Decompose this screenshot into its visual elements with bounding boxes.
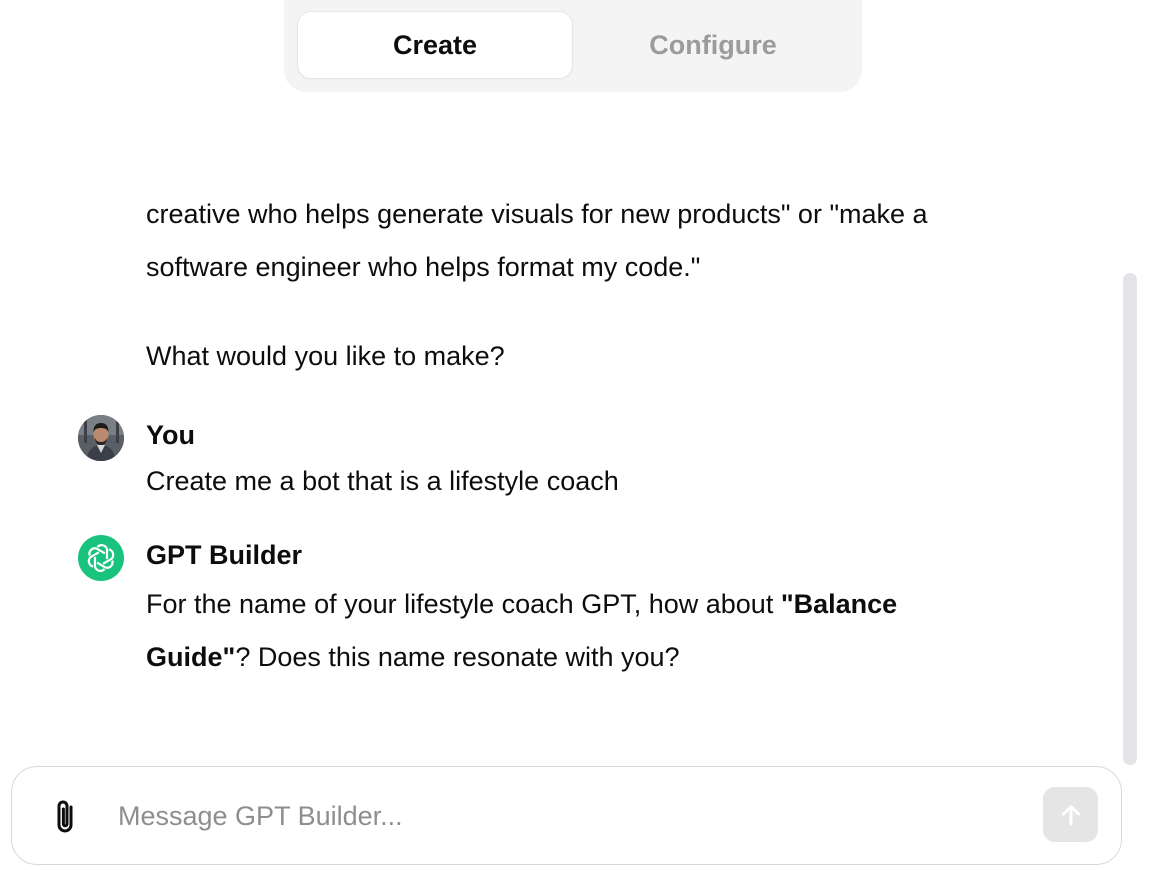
assistant-intro-text-line1: creative who helps generate visuals for …: [146, 199, 928, 229]
suggested-name-part2: Guide": [146, 642, 236, 672]
conversation-scrollbar[interactable]: [1123, 273, 1137, 765]
gpt-builder-message-line2: Guide"? Does this name resonate with you…: [146, 631, 1046, 684]
gpt-builder-sender-name: GPT Builder: [146, 540, 303, 570]
paperclip-icon: [57, 800, 73, 833]
user-message-text: Create me a bot that is a lifestyle coac…: [146, 466, 619, 496]
gpt-builder-message-text: For the name of your lifestyle coach GPT…: [146, 589, 781, 619]
assistant-intro-text-line2: software engineer who helps format my co…: [146, 252, 701, 282]
user-sender-name: You: [146, 420, 195, 450]
gpt-builder-page: Create Configure creative who helps gene…: [0, 0, 1167, 870]
openai-logo-icon: [87, 544, 115, 572]
send-button[interactable]: [1043, 787, 1098, 842]
gpt-builder-message-line1: For the name of your lifestyle coach GPT…: [146, 578, 1046, 631]
assistant-intro-question: What would you like to make?: [146, 341, 505, 371]
tab-create[interactable]: Create: [297, 11, 573, 79]
user-avatar: [78, 415, 124, 461]
gpt-builder-message-question: ? Does this name resonate with you?: [235, 642, 680, 672]
tab-configure[interactable]: Configure: [575, 11, 851, 79]
arrow-up-icon: [1061, 804, 1080, 825]
gpt-builder-avatar: [78, 535, 124, 581]
suggested-name-part1: "Balance: [780, 589, 898, 619]
mode-tab-bar: Create Configure: [284, 0, 862, 92]
message-input[interactable]: [116, 787, 1020, 845]
message-composer: [11, 766, 1122, 865]
user-photo-icon: [78, 415, 124, 461]
attach-file-button[interactable]: [48, 797, 84, 837]
